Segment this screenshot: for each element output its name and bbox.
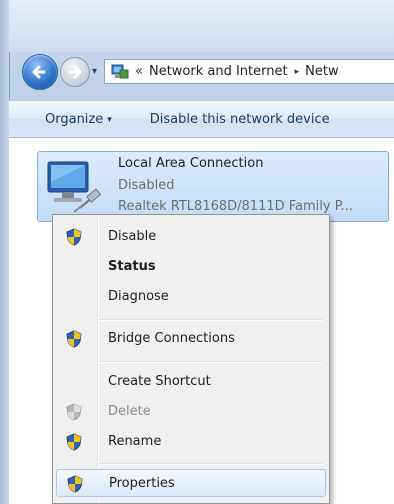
menu-item-rename[interactable]: Rename <box>56 428 326 456</box>
back-arrow-icon <box>32 65 46 79</box>
menu-item-label: Status <box>108 259 156 274</box>
uac-shield-icon <box>66 330 82 352</box>
uac-shield-icon <box>67 475 83 497</box>
chevron-down-icon: ▾ <box>107 114 112 125</box>
menu-item-label: Diagnose <box>108 289 169 304</box>
menu-item-delete[interactable]: Delete <box>56 398 326 426</box>
connection-name: Local Area Connection <box>118 156 264 171</box>
menu-item-label: Rename <box>108 434 162 449</box>
disable-network-device-button[interactable]: Disable this network device <box>150 112 330 127</box>
menu-separator <box>99 319 323 321</box>
menu-item-create-shortcut[interactable]: Create Shortcut <box>56 368 326 396</box>
menu-separator <box>99 361 323 363</box>
window-title-area <box>9 0 394 52</box>
context-menu: Disable Status Diagnose Bridge Connectio… <box>52 214 330 504</box>
recent-pages-dropdown[interactable]: ▾ <box>92 66 97 77</box>
breadcrumb-separator-icon[interactable]: ▸ <box>295 67 300 77</box>
menu-item-bridge-connections[interactable]: Bridge Connections <box>56 325 326 353</box>
uac-shield-icon <box>66 433 82 455</box>
forward-button[interactable] <box>60 57 90 87</box>
connection-device-name: Realtek RTL8168D/8111D Family P... <box>118 199 353 214</box>
menu-item-label: Delete <box>108 404 151 419</box>
menu-item-diagnose[interactable]: Diagnose <box>56 283 326 311</box>
organize-label: Organize <box>45 111 104 127</box>
breadcrumb-network-connections[interactable]: Netw <box>305 64 338 79</box>
menu-item-label: Create Shortcut <box>108 374 211 389</box>
address-overflow-chevron[interactable]: « <box>135 64 143 79</box>
back-button[interactable] <box>22 54 58 90</box>
menu-item-status[interactable]: Status <box>56 253 326 281</box>
uac-shield-icon <box>66 403 82 425</box>
uac-shield-icon <box>66 228 82 250</box>
organize-button[interactable]: Organize ▾ <box>45 112 112 127</box>
forward-arrow-icon <box>68 65 82 79</box>
address-bar[interactable]: « Network and Internet ▸ Netw <box>104 59 394 84</box>
command-bar: Organize ▾ Disable this network device <box>9 100 394 138</box>
network-adapter-disabled-icon <box>44 156 106 216</box>
network-location-icon <box>111 64 129 80</box>
menu-item-label: Properties <box>109 476 175 491</box>
menu-item-label: Disable <box>108 229 157 244</box>
menu-item-properties[interactable]: Properties <box>56 469 326 497</box>
menu-item-disable[interactable]: Disable <box>56 223 326 251</box>
breadcrumb-network-and-internet[interactable]: Network and Internet <box>149 64 288 79</box>
connection-status: Disabled <box>118 178 175 193</box>
menu-separator <box>99 463 323 465</box>
menu-item-label: Bridge Connections <box>108 331 235 346</box>
